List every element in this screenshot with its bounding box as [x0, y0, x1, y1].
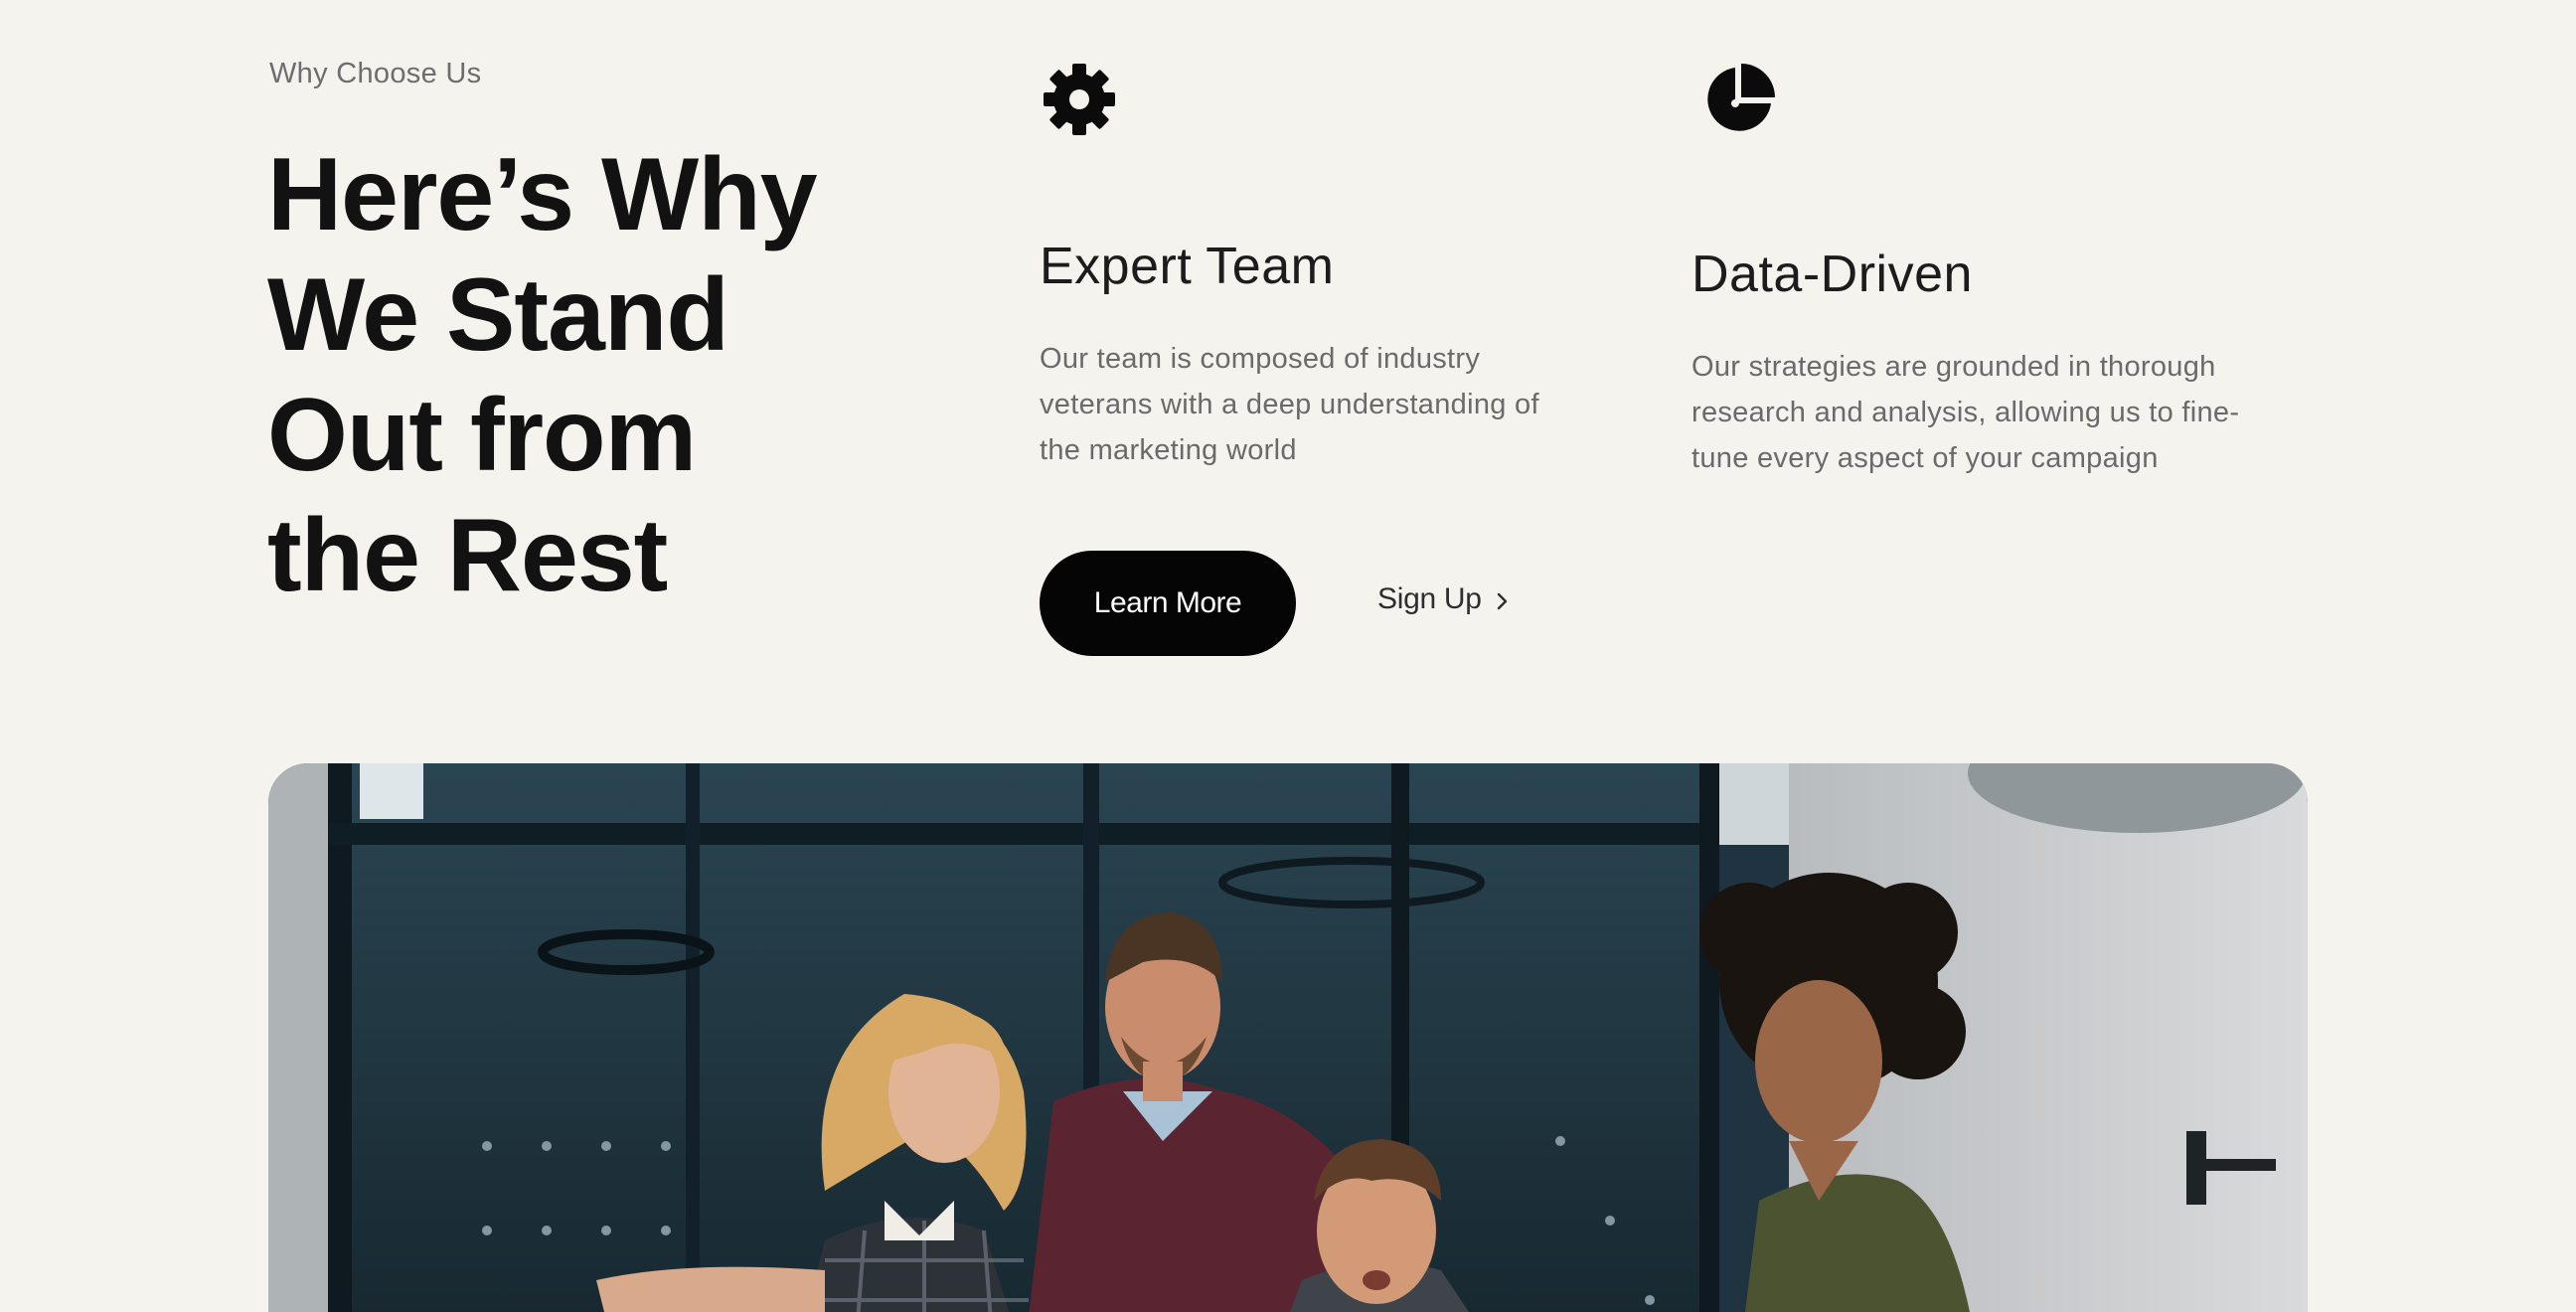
feature-title: Data-Driven: [1691, 246, 1973, 303]
feature-description: Our strategies are grounded in thorough …: [1691, 344, 2239, 481]
feature-description: Our team is composed of industry veteran…: [1040, 336, 1539, 473]
headline-line: We Stand: [267, 257, 729, 373]
headline-line: the Rest: [267, 498, 668, 613]
chevron-right-icon: [1497, 592, 1507, 610]
sign-up-link[interactable]: Sign Up: [1377, 582, 1512, 616]
headline-line: Here’s Why: [267, 137, 818, 252]
section-headline: Here’s Why We Stand Out from the Rest: [267, 135, 963, 616]
description-line: Our strategies are grounded in thorough: [1691, 351, 2216, 383]
section-eyebrow: Why Choose Us: [269, 58, 482, 89]
gear-icon: [1040, 60, 1119, 139]
sign-up-label: Sign Up: [1377, 582, 1482, 615]
description-line: tune every aspect of your campaign: [1691, 442, 2159, 474]
feature-title: Expert Team: [1040, 238, 1335, 295]
why-choose-us-section: Why Choose Us Here’s Why We Stand Out fr…: [0, 0, 2576, 1312]
feature-expert-team: Expert Team Our team is composed of indu…: [1040, 56, 1596, 466]
description-line: research and analysis, allowing us to fi…: [1691, 397, 2240, 428]
description-line: veterans with a deep understanding of: [1040, 389, 1539, 420]
headline-line: Out from: [267, 378, 697, 493]
learn-more-button[interactable]: Learn More: [1040, 551, 1296, 656]
team-meeting-photo: [268, 763, 2308, 1312]
description-line: Our team is composed of industry: [1040, 343, 1481, 375]
pie-chart-icon: [1699, 60, 1779, 139]
feature-data-driven: Data-Driven Our strategies are grounded …: [1691, 56, 2288, 474]
description-line: the marketing world: [1040, 434, 1297, 466]
